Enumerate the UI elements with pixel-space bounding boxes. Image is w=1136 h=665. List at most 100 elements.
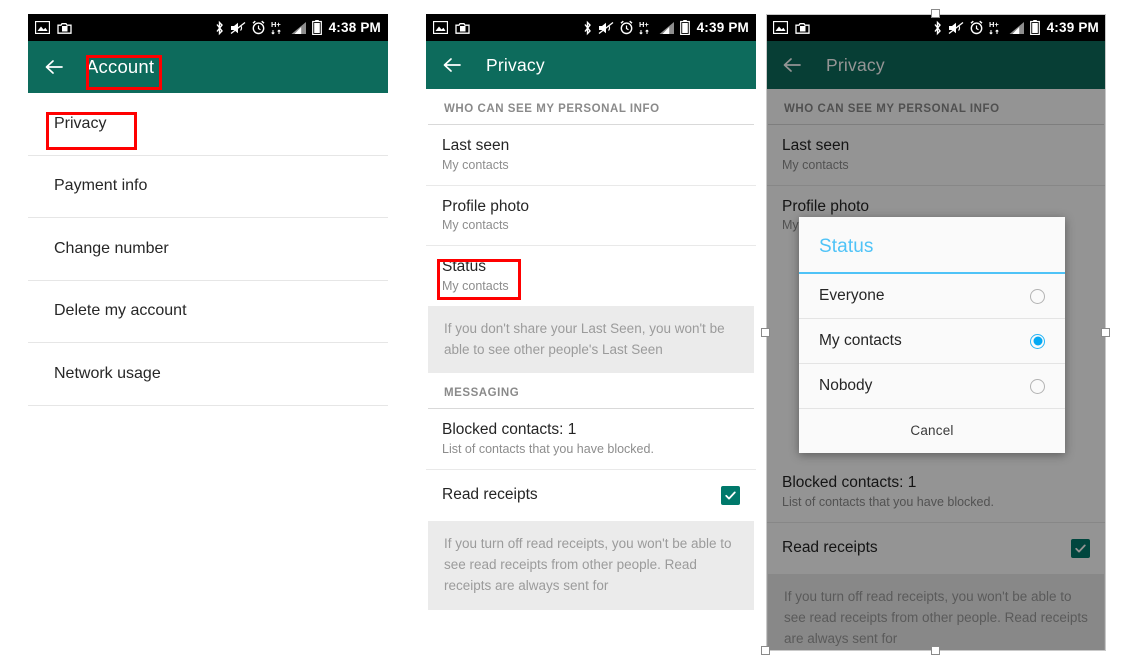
mute-icon <box>598 21 613 34</box>
camera-upload-icon <box>795 22 810 34</box>
camera-upload-icon <box>57 22 72 34</box>
status-selection-dialog: Status Everyone My contacts Nobody Cance… <box>799 217 1065 453</box>
hplus-data-icon: H+ <box>639 20 649 35</box>
bluetooth-icon <box>934 20 941 35</box>
status-bar-system-icons: H+ 4:39 PM <box>582 20 749 36</box>
pref-title: Status <box>442 258 486 276</box>
back-arrow-icon[interactable] <box>42 55 66 79</box>
image-icon <box>433 21 448 34</box>
checkmark-icon <box>725 491 736 500</box>
pref-subtitle: My contacts <box>442 157 509 172</box>
cancel-button[interactable]: Cancel <box>799 409 1065 453</box>
pref-title: Profile photo <box>782 197 870 215</box>
pref-title: Read receipts <box>442 485 538 503</box>
status-bar-clock: 4:39 PM <box>1046 20 1099 35</box>
radio-button-nobody[interactable] <box>1030 378 1045 394</box>
status-bar-notification-icons <box>433 21 470 35</box>
list-item-label: Delete my account <box>54 302 187 320</box>
image-icon <box>773 21 788 34</box>
app-bar-privacy: Privacy <box>766 41 1106 89</box>
app-bar-account: Account <box>28 41 388 93</box>
battery-icon <box>311 20 322 35</box>
account-settings-list: Privacy Payment info Change number Delet… <box>28 93 388 406</box>
image-icon <box>35 21 50 34</box>
dialog-option-my-contacts[interactable]: My contacts <box>799 319 1065 364</box>
battery-icon <box>1029 20 1040 35</box>
list-item-network-usage[interactable]: Network usage <box>28 343 388 406</box>
selection-handle-bottom-center[interactable] <box>931 646 940 655</box>
mute-icon <box>230 21 245 34</box>
pref-title: Last seen <box>782 137 850 154</box>
page-title: Privacy <box>826 54 885 75</box>
signal-icon <box>659 21 674 34</box>
bluetooth-icon <box>584 20 591 35</box>
svg-text:H+: H+ <box>639 20 649 29</box>
info-text-read-receipts: If you turn off read receipts, you won't… <box>768 573 1104 651</box>
info-text-last-seen: If you don't share your Last Seen, you w… <box>428 305 754 374</box>
pref-subtitle: My contacts <box>442 278 509 293</box>
phone-screen-privacy-dialog: H+ 4:39 PM Privacy WHO CAN SEE MY PERSON… <box>766 14 1106 651</box>
dialog-title: Status <box>799 217 1065 274</box>
battery-icon <box>679 20 690 35</box>
list-item-label: Network usage <box>54 364 161 382</box>
pref-title: Profile photo <box>442 197 530 215</box>
pref-subtitle: My contacts <box>442 218 509 233</box>
dialog-option-nobody[interactable]: Nobody <box>799 364 1065 409</box>
pref-row-last-seen[interactable]: Last seen My contacts <box>766 125 1106 186</box>
pref-title: Read receipts <box>782 538 878 556</box>
read-receipts-checkbox[interactable] <box>721 485 740 505</box>
bluetooth-icon <box>216 20 223 35</box>
status-bar-notification-icons <box>35 21 72 35</box>
dialog-option-everyone[interactable]: Everyone <box>799 274 1065 319</box>
pref-row-read-receipts[interactable]: Read receipts <box>426 470 756 521</box>
info-text-read-receipts: If you turn off read receipts, you won't… <box>428 520 754 610</box>
alarm-icon <box>970 20 983 35</box>
app-bar-privacy: Privacy <box>426 41 756 89</box>
hplus-data-icon: H+ <box>989 20 999 35</box>
status-bar-system-icons: H+ 4:39 PM <box>932 20 1099 36</box>
dialog-option-label: Nobody <box>819 377 873 394</box>
alarm-icon <box>620 20 633 35</box>
camera-upload-icon <box>455 22 470 34</box>
svg-text:H+: H+ <box>271 20 281 29</box>
pref-row-status[interactable]: Status My contacts <box>426 246 756 306</box>
signal-icon <box>1009 21 1024 34</box>
radio-button-my-contacts[interactable] <box>1030 333 1045 349</box>
list-item-delete-my-account[interactable]: Delete my account <box>28 281 388 343</box>
list-item-change-number[interactable]: Change number <box>28 218 388 281</box>
list-item-privacy[interactable]: Privacy <box>28 93 388 156</box>
back-arrow-icon[interactable] <box>780 53 804 77</box>
selection-handle-top-center[interactable] <box>931 9 940 18</box>
list-item-label: Change number <box>54 239 169 257</box>
pref-row-blocked-contacts[interactable]: Blocked contacts: 1 List of contacts tha… <box>766 462 1106 523</box>
status-bar: H+ 4:39 PM <box>426 14 756 41</box>
alarm-icon <box>252 20 265 35</box>
back-arrow-icon[interactable] <box>440 53 464 77</box>
list-item-payment-info[interactable]: Payment info <box>28 156 388 218</box>
section-header-personal-info: WHO CAN SEE MY PERSONAL INFO <box>428 89 754 125</box>
status-bar: H+ 4:39 PM <box>766 14 1106 41</box>
pref-row-read-receipts[interactable]: Read receipts <box>766 523 1106 574</box>
list-item-label: Privacy <box>54 114 107 132</box>
page-title: Privacy <box>486 54 545 75</box>
status-bar-clock: 4:38 PM <box>328 20 381 35</box>
status-bar-clock: 4:39 PM <box>696 20 749 35</box>
selection-handle-left-middle[interactable] <box>761 328 770 337</box>
pref-subtitle: My contacts <box>782 157 849 172</box>
pref-row-profile-photo[interactable]: Profile photo My contacts <box>426 186 756 247</box>
page-title: Account <box>86 56 155 77</box>
dialog-option-label: Everyone <box>819 287 885 304</box>
list-item-label: Payment info <box>54 177 148 195</box>
pref-row-last-seen[interactable]: Last seen My contacts <box>426 125 756 186</box>
read-receipts-checkbox[interactable] <box>1071 538 1090 558</box>
pref-subtitle: List of contacts that you have blocked. <box>782 494 994 509</box>
pref-title: Blocked contacts: 1 <box>782 474 917 492</box>
privacy-settings-list: WHO CAN SEE MY PERSONAL INFO Last seen M… <box>426 89 756 610</box>
radio-button-everyone[interactable] <box>1030 288 1045 304</box>
selection-handle-right-middle[interactable] <box>1101 328 1110 337</box>
status-bar-notification-icons <box>773 21 810 35</box>
status-bar-system-icons: H+ 4:38 PM <box>214 20 381 36</box>
hplus-data-icon: H+ <box>271 20 281 35</box>
selection-handle-bottom-left[interactable] <box>761 646 770 655</box>
pref-row-blocked-contacts[interactable]: Blocked contacts: 1 List of contacts tha… <box>426 409 756 470</box>
